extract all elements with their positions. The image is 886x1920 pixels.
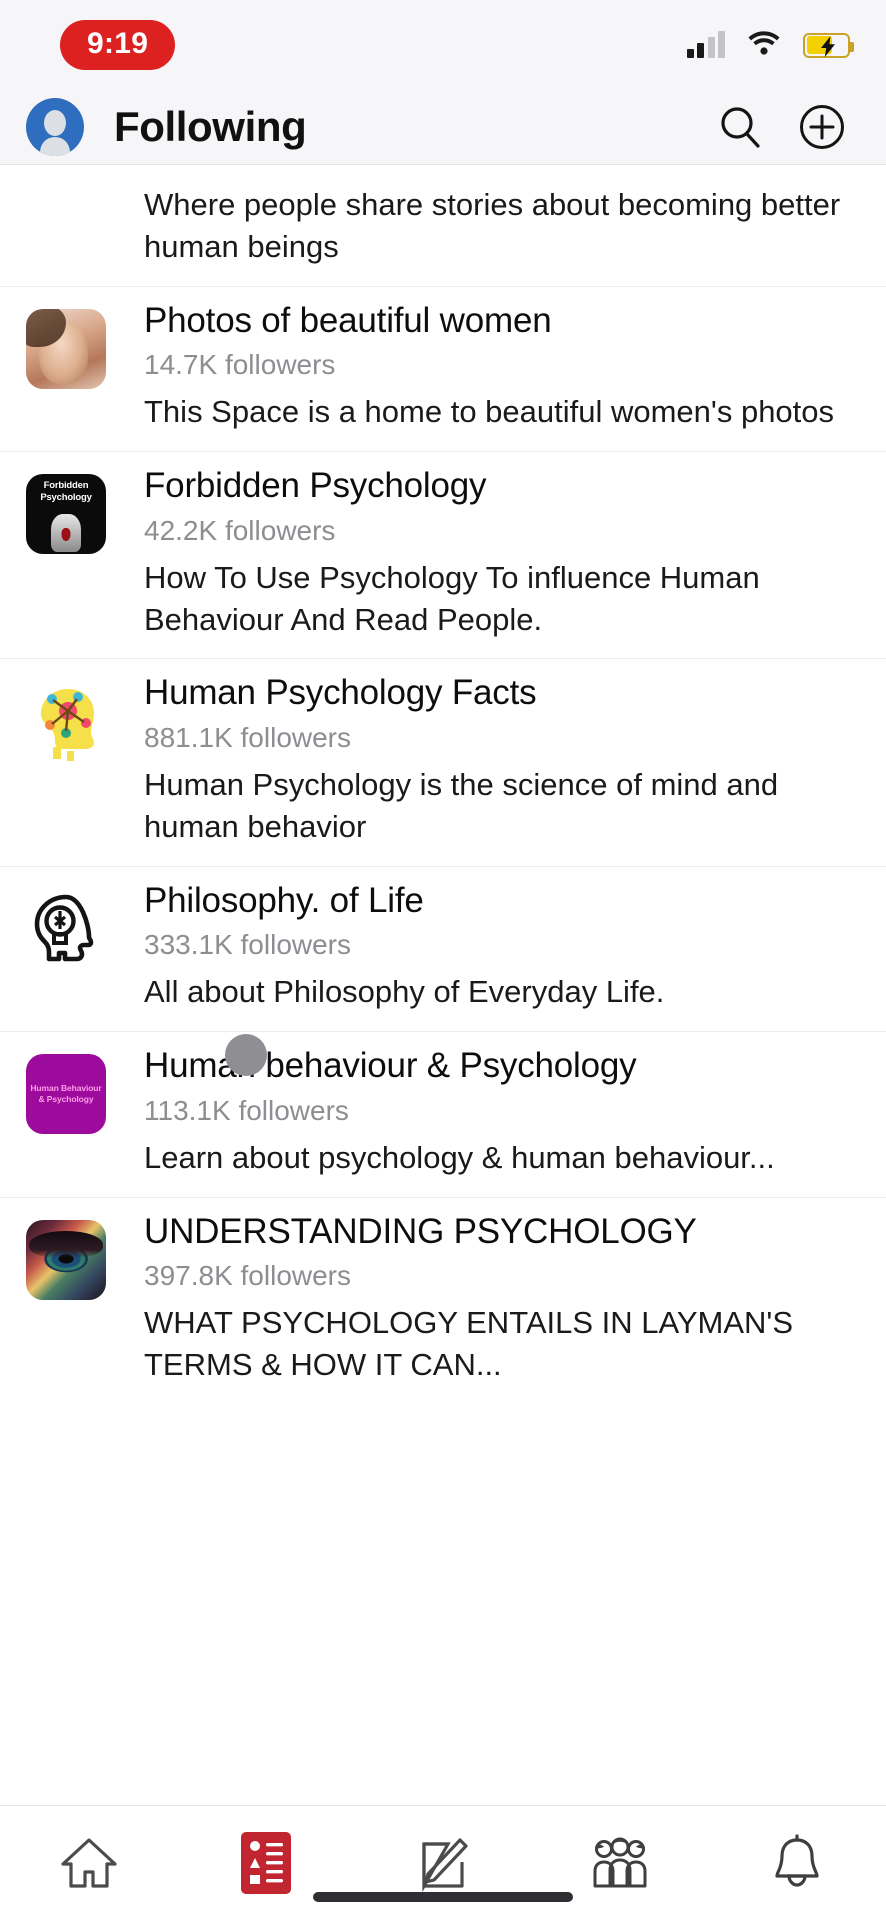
avatar-placeholder [26, 165, 118, 286]
status-bar: 9:19 [0, 0, 886, 90]
compose-pencil-icon [422, 1838, 468, 1892]
list-item[interactable]: Forbidden Psychology Forbidden Psycholog… [0, 452, 886, 660]
home-indicator [313, 1892, 573, 1902]
woman-portrait-avatar [26, 308, 106, 389]
list-item-text: Forbidden Psychology 42.2K followers How… [118, 452, 886, 658]
phone-screen: 9:19 Following Where people share storie… [0, 0, 886, 1920]
head-lightbulb-avatar [26, 888, 106, 969]
space-description: Human Psychology is the science of mind … [144, 767, 779, 844]
purple-text-avatar: Human Behaviour & Psychology [26, 1054, 106, 1135]
list-item-text: Photos of beautiful women 14.7K follower… [118, 287, 886, 451]
space-description: WHAT PSYCHOLOGY ENTAILS IN LAYMAN'S TERM… [144, 1305, 794, 1382]
list-item[interactable]: Human Psychology Facts 881.1K followers … [0, 659, 886, 867]
space-name: Philosophy. of Life [144, 880, 424, 920]
app-header: Following [0, 90, 886, 165]
list-item-text: Philosophy. of Life 333.1K followers All… [118, 867, 886, 1031]
recording-time-pill: 9:19 [60, 20, 176, 70]
space-description: This Space is a home to beautiful women'… [144, 394, 835, 430]
space-description: Learn about psychology & human behaviour… [144, 1139, 775, 1175]
list-item[interactable]: Philosophy. of Life 333.1K followers All… [0, 867, 886, 1033]
cellular-signal-icon [686, 31, 725, 58]
plus-circle-icon[interactable] [792, 97, 852, 157]
tab-spaces[interactable] [532, 1806, 709, 1920]
follower-count: 333.1K followers [144, 929, 352, 961]
list-item-text: Where people share stories about becomin… [118, 165, 886, 286]
battery-charging-icon [803, 32, 854, 58]
touch-point [225, 1034, 267, 1076]
avatar-caption: Forbidden Psychology [40, 480, 92, 503]
search-icon[interactable] [710, 97, 770, 157]
list-item[interactable]: Human Behaviour & Psychology Human behav… [0, 1032, 886, 1198]
follower-count: 14.7K followers [144, 349, 336, 381]
tab-compose[interactable] [354, 1806, 531, 1920]
bottom-tab-bar [0, 1805, 886, 1920]
rainbow-eye-avatar [26, 1219, 106, 1300]
list-item[interactable]: Photos of beautiful women 14.7K follower… [0, 287, 886, 453]
home-icon [60, 1838, 117, 1888]
follower-count: 397.8K followers [144, 1260, 352, 1292]
follower-count: 113.1K followers [144, 1094, 349, 1126]
avatar-figure [51, 514, 81, 553]
space-name: Forbidden Psychology [144, 466, 487, 506]
tab-notifications[interactable] [709, 1806, 886, 1920]
space-description: All about Philosophy of Everyday Life. [144, 974, 665, 1010]
space-description: How To Use Psychology To influence Human… [144, 559, 760, 637]
space-name: Human Psychology Facts [144, 673, 537, 713]
follower-count: 42.2K followers [144, 514, 336, 546]
wifi-icon [747, 30, 781, 61]
feed-list-icon [240, 1832, 291, 1894]
following-list[interactable]: Where people share stories about becomin… [0, 165, 886, 1404]
list-item[interactable]: UNDERSTANDING PSYCHOLOGY 397.8K follower… [0, 1198, 886, 1404]
forbidden-psychology-avatar: Forbidden Psychology [26, 474, 106, 555]
list-item[interactable]: Where people share stories about becomin… [0, 165, 886, 287]
space-name: UNDERSTANDING PSYCHOLOGY [144, 1211, 697, 1251]
space-name: Photos of beautiful women [144, 300, 552, 340]
profile-avatar[interactable] [26, 98, 84, 156]
bell-icon [775, 1834, 820, 1887]
yellow-head-molecule-avatar [26, 681, 106, 762]
eye-lid [29, 1230, 103, 1258]
avatar-caption: Human Behaviour & Psychology [30, 1083, 102, 1105]
follower-count: 881.1K followers [144, 722, 352, 754]
people-group-icon [593, 1837, 647, 1888]
list-item-text: Human Psychology Facts 881.1K followers … [118, 659, 886, 865]
page-title: Following [114, 103, 307, 150]
tab-home[interactable] [0, 1806, 177, 1920]
space-description: Where people share stories about becomin… [144, 187, 841, 264]
status-icons [686, 30, 854, 61]
list-item-text: UNDERSTANDING PSYCHOLOGY 397.8K follower… [118, 1198, 886, 1404]
tab-feed[interactable] [177, 1806, 354, 1920]
